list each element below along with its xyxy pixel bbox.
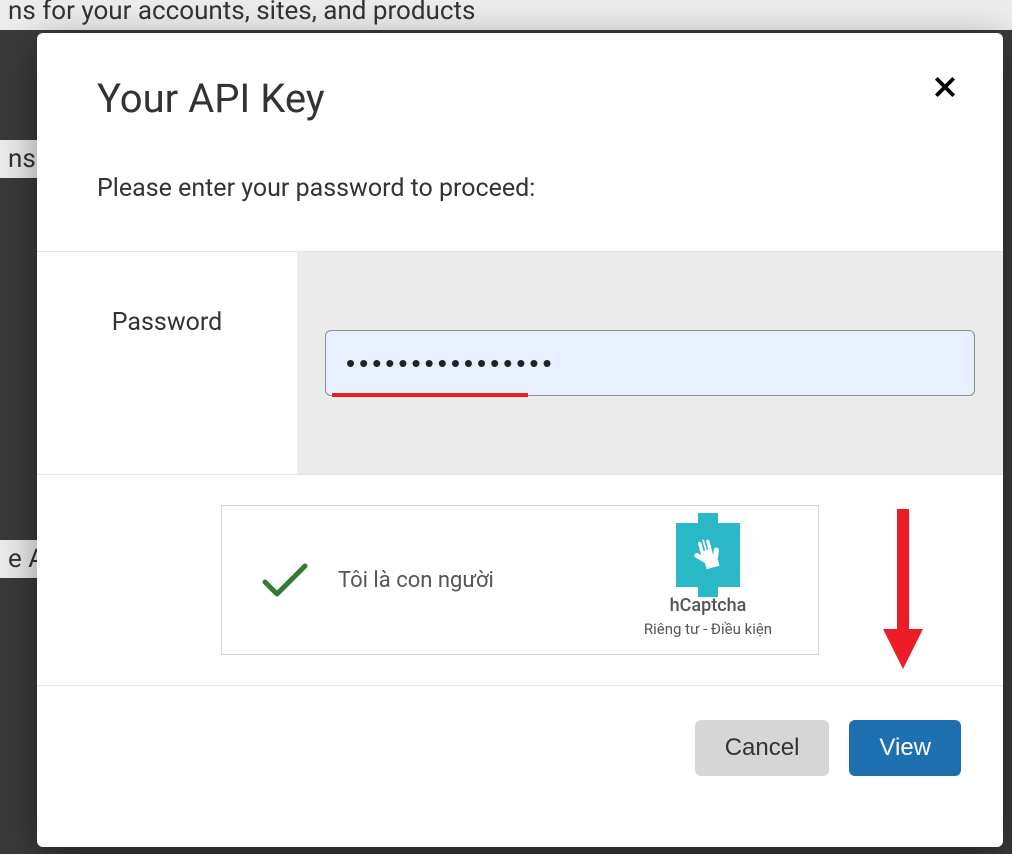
modal-title: Your API Key	[97, 75, 943, 122]
captcha-row: Tôi là con người hCaptcha Riêng tư - Điề…	[37, 475, 1003, 686]
hcaptcha-icon	[676, 523, 740, 587]
captcha-widget[interactable]: Tôi là con người hCaptcha Riêng tư - Điề…	[221, 505, 819, 655]
modal-header: Your API Key Please enter your password …	[37, 33, 1003, 252]
annotation-underline	[332, 393, 528, 397]
password-row: Password	[37, 252, 1003, 475]
check-icon	[261, 560, 309, 600]
api-key-modal: Your API Key Please enter your password …	[37, 33, 1003, 847]
bg-text-top: ns for your accounts, sites, and product…	[0, 0, 1012, 30]
captcha-label: Tôi là con người	[338, 568, 618, 593]
captcha-checkmark	[258, 553, 312, 607]
close-button[interactable]	[929, 71, 961, 103]
annotation-arrow-icon	[873, 499, 933, 679]
modal-subtitle: Please enter your password to proceed:	[97, 174, 943, 203]
view-button[interactable]: View	[849, 720, 961, 776]
close-icon	[932, 74, 958, 100]
password-input-cell	[297, 252, 1003, 474]
password-label: Password	[37, 252, 297, 474]
hcaptcha-links[interactable]: Riêng tư - Điều kiện	[644, 620, 772, 638]
cancel-button[interactable]: Cancel	[695, 720, 830, 776]
password-input[interactable]	[325, 330, 975, 396]
captcha-badge: hCaptcha Riêng tư - Điều kiện	[618, 523, 798, 638]
hcaptcha-brand: hCaptcha	[670, 595, 747, 616]
hand-icon	[688, 535, 728, 575]
modal-footer: Cancel View	[37, 686, 1003, 810]
